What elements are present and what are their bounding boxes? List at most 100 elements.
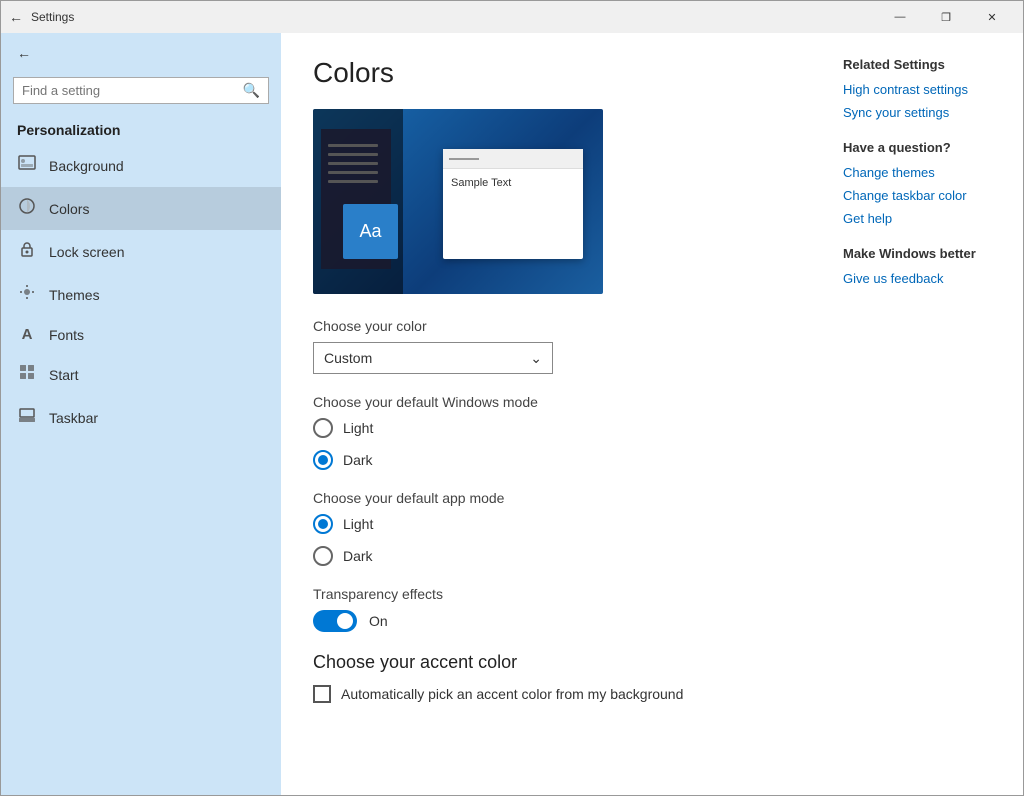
preview-line-5 (328, 180, 378, 183)
windows-mode-radio-group: Light Dark (313, 418, 791, 470)
windows-mode-light[interactable]: Light (313, 418, 791, 438)
sidebar-label-colors: Colors (49, 201, 89, 217)
content-area: ← 🔍 Personalization Background (1, 33, 1023, 795)
sidebar-label-background: Background (49, 158, 124, 174)
windows-mode-section: Choose your default Windows mode Light D… (313, 394, 791, 470)
sidebar-back-button[interactable]: ← (1, 33, 281, 73)
sidebar-label-start: Start (49, 367, 79, 383)
transparency-toggle-row: On (313, 610, 791, 632)
accent-auto-checkbox-row[interactable]: Automatically pick an accent color from … (313, 685, 791, 703)
sidebar-item-start[interactable]: Start (1, 353, 281, 396)
sidebar-label-taskbar: Taskbar (49, 410, 98, 426)
preview-line-2 (328, 153, 378, 156)
app-mode-section: Choose your default app mode Light Dark (313, 490, 791, 566)
sidebar-item-lock-screen[interactable]: Lock screen (1, 230, 281, 273)
transparency-toggle[interactable] (313, 610, 357, 632)
colors-icon (17, 197, 37, 220)
minimize-button[interactable]: — (877, 1, 923, 33)
color-preview-image: Aa Sample Text (313, 109, 603, 294)
page-title: Colors (313, 57, 791, 89)
app-mode-dark[interactable]: Dark (313, 546, 791, 566)
sidebar-section-title: Personalization (1, 112, 281, 144)
feedback-link[interactable]: Give us feedback (843, 271, 1003, 286)
change-themes-link[interactable]: Change themes (843, 165, 1003, 180)
themes-icon (17, 283, 37, 306)
maximize-button[interactable]: ❐ (923, 1, 969, 33)
close-button[interactable]: ✕ (969, 1, 1015, 33)
app-mode-label: Choose your default app mode (313, 490, 791, 506)
window-title: Settings (31, 10, 74, 24)
preview-window-titlebar (443, 149, 583, 169)
windows-mode-dark-label: Dark (343, 452, 373, 468)
high-contrast-link[interactable]: High contrast settings (843, 82, 1003, 97)
accent-auto-checkbox[interactable] (313, 685, 331, 703)
main-content: Colors Aa (281, 33, 823, 795)
preview-line-3 (328, 162, 378, 165)
app-mode-dark-label: Dark (343, 548, 373, 564)
dropdown-arrow-icon: ⌄ (530, 350, 542, 367)
app-mode-radio-group: Light Dark (313, 514, 791, 566)
dropdown-value: Custom (324, 350, 372, 366)
back-icon[interactable]: ← (9, 9, 23, 25)
preview-line-1 (328, 144, 378, 147)
lock-screen-icon (17, 240, 37, 263)
sync-settings-link[interactable]: Sync your settings (843, 105, 1003, 120)
right-panel: Related Settings High contrast settings … (823, 33, 1023, 795)
toggle-thumb (337, 613, 353, 629)
transparency-section: Transparency effects On (313, 586, 791, 632)
change-taskbar-color-link[interactable]: Change taskbar color (843, 188, 1003, 203)
color-dropdown[interactable]: Custom ⌄ (313, 342, 553, 374)
sidebar-label-fonts: Fonts (49, 327, 84, 343)
sidebar-item-colors[interactable]: Colors (1, 187, 281, 230)
make-better-section: Make Windows better Give us feedback (843, 246, 1003, 286)
titlebar-controls: — ❐ ✕ (877, 1, 1015, 33)
preview-line-4 (328, 171, 378, 174)
have-question-section: Have a question? Change themes Change ta… (843, 140, 1003, 226)
preview-aa-box: Aa (343, 204, 398, 259)
windows-mode-light-radio[interactable] (313, 418, 333, 438)
windows-mode-label: Choose your default Windows mode (313, 394, 791, 410)
have-question-title: Have a question? (843, 140, 1003, 155)
transparency-label: Transparency effects (313, 586, 791, 602)
settings-window: ← Settings — ❐ ✕ ← 🔍 Personalization (0, 0, 1024, 796)
windows-mode-dark[interactable]: Dark (313, 450, 791, 470)
background-icon (17, 154, 37, 177)
preview-titlebar-line (449, 158, 479, 160)
accent-color-section: Choose your accent color Automatically p… (313, 652, 791, 703)
accent-auto-label: Automatically pick an accent color from … (341, 686, 683, 702)
sidebar-item-themes[interactable]: Themes (1, 273, 281, 316)
get-help-link[interactable]: Get help (843, 211, 1003, 226)
preview-sample-text: Sample Text (443, 169, 583, 197)
preview-white-window: Sample Text (443, 149, 583, 259)
preview-lines (328, 144, 378, 183)
sidebar-item-background[interactable]: Background (1, 144, 281, 187)
choose-color-label: Choose your color (313, 318, 791, 334)
sidebar-item-taskbar[interactable]: Taskbar (1, 396, 281, 439)
sidebar-label-lock-screen: Lock screen (49, 244, 124, 260)
sidebar: ← 🔍 Personalization Background (1, 33, 281, 795)
app-mode-light[interactable]: Light (313, 514, 791, 534)
preview-dark-sidebar: Aa (313, 109, 403, 294)
sidebar-label-themes: Themes (49, 287, 100, 303)
search-input[interactable] (22, 83, 237, 98)
titlebar-left: ← Settings (9, 9, 74, 25)
accent-color-heading: Choose your accent color (313, 652, 791, 673)
search-box[interactable]: 🔍 (13, 77, 269, 104)
transparency-toggle-label: On (369, 613, 388, 629)
start-icon (17, 363, 37, 386)
windows-mode-dark-radio-fill (318, 455, 328, 465)
back-arrow-icon: ← (17, 45, 31, 61)
app-mode-dark-radio[interactable] (313, 546, 333, 566)
choose-color-section: Choose your color Custom ⌄ (313, 318, 791, 374)
make-better-title: Make Windows better (843, 246, 1003, 261)
app-mode-light-radio[interactable] (313, 514, 333, 534)
search-icon-button[interactable]: 🔍 (243, 82, 260, 99)
titlebar: ← Settings — ❐ ✕ (1, 1, 1023, 33)
app-mode-light-radio-fill (318, 519, 328, 529)
app-mode-light-label: Light (343, 516, 373, 532)
fonts-icon: A (17, 326, 37, 343)
taskbar-icon (17, 406, 37, 429)
windows-mode-dark-radio[interactable] (313, 450, 333, 470)
windows-mode-light-label: Light (343, 420, 373, 436)
sidebar-item-fonts[interactable]: A Fonts (1, 316, 281, 353)
